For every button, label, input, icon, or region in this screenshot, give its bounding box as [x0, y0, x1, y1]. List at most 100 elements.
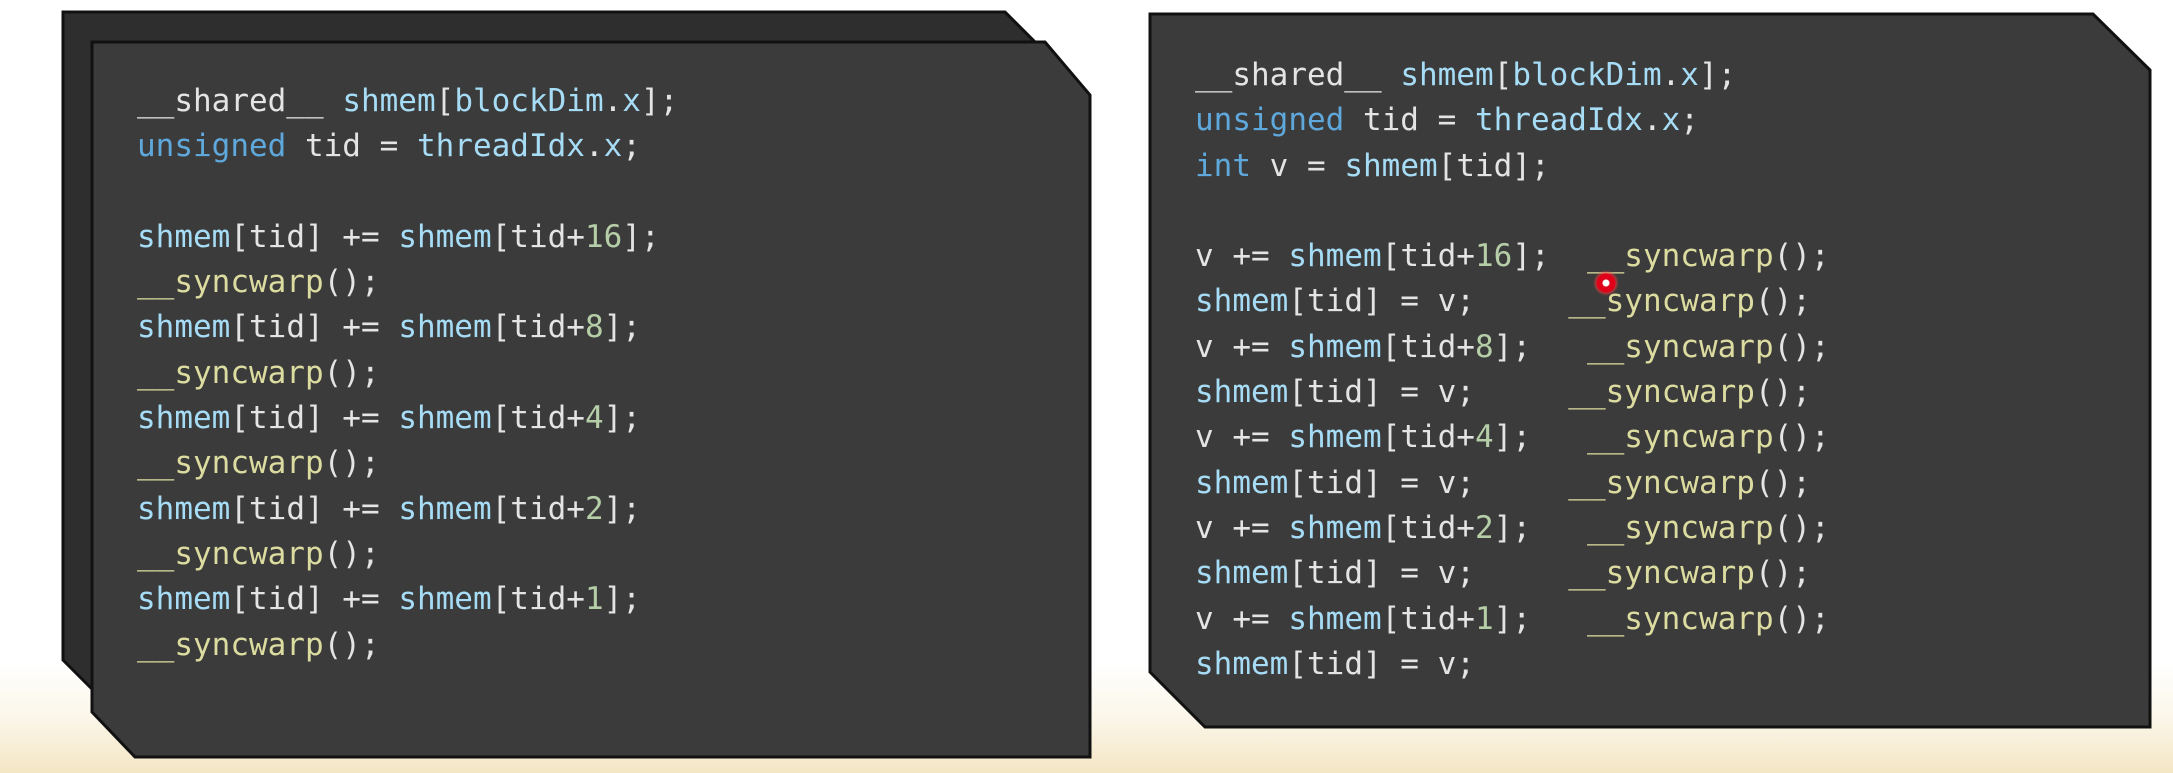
code-token: (); [1773, 238, 1830, 275]
code-token: shmem [398, 490, 492, 527]
code-token: shmem [398, 218, 492, 255]
code-token: shmem [342, 83, 436, 119]
code-token: [tid+ [1381, 328, 1475, 365]
code-token: ]; [603, 400, 641, 437]
code-token: [tid+ [1381, 238, 1475, 275]
code-line: v += shmem[tid+2]; __syncwarp(); [1195, 506, 1830, 551]
code-token: [tid+ [491, 581, 585, 618]
code-token: (); [323, 535, 380, 572]
code-token: . [603, 83, 623, 119]
code-token: (); [1754, 374, 1811, 411]
code-token: __syncwarp [137, 626, 324, 663]
code-line: shmem[tid] = v; [1195, 642, 1830, 687]
code-token: (); [1773, 419, 1830, 456]
code-token: [tid] = v; [1288, 374, 1569, 411]
code-token: x [1661, 102, 1681, 139]
code-token: __shared__ [137, 83, 343, 119]
code-token: __syncwarp [1586, 600, 1774, 637]
code-token: . [1642, 102, 1662, 139]
code-token: 1 [1474, 600, 1494, 637]
code-token: shmem [1288, 419, 1382, 456]
code-token: shmem [137, 581, 231, 618]
code-token: v = [1251, 147, 1345, 184]
code-token: (); [1754, 464, 1811, 501]
code-token: shmem [1288, 238, 1382, 275]
code-token: __syncwarp [1568, 464, 1755, 501]
code-token: [ [1493, 57, 1513, 93]
code-token: int [1195, 147, 1251, 184]
code-token: v += [1195, 238, 1289, 275]
code-line: __syncwarp(); [137, 351, 678, 396]
code-token: ]; [1698, 57, 1737, 93]
code-token: x [603, 128, 623, 165]
code-token: 8 [1474, 328, 1494, 365]
code-token: v += [1195, 328, 1289, 365]
code-token: ]; [1512, 238, 1587, 275]
code-token: [tid+ [491, 309, 585, 346]
code-line: __syncwarp(); [137, 260, 678, 305]
code-token: ]; [1493, 419, 1587, 456]
code-token: [tid] = v; [1288, 464, 1569, 501]
code-token: [tid+ [491, 400, 585, 437]
code-token: shmem [137, 400, 231, 437]
right-code-block: __shared__ shmem[blockDim.x]; unsigned ti… [1195, 53, 1830, 687]
code-line: shmem[tid] = v; __syncwarp(); [1195, 461, 1830, 506]
code-token: shmem [1344, 147, 1438, 184]
code-line: shmem[tid] = v; __syncwarp(); [1195, 551, 1830, 596]
code-token: (); [1773, 328, 1830, 365]
code-token: ]; [603, 309, 641, 346]
code-token: shmem [398, 581, 492, 618]
code-token: shmem [137, 490, 231, 527]
code-line: ​ [137, 170, 678, 215]
code-token: ]; [603, 490, 641, 527]
code-token: shmem [137, 218, 231, 255]
code-token: unsigned [1195, 102, 1345, 139]
code-token: __syncwarp [1586, 419, 1774, 456]
code-line: shmem[tid] += shmem[tid+1]; [137, 577, 678, 622]
code-token: 16 [584, 218, 623, 255]
code-line: v += shmem[tid+4]; __syncwarp(); [1195, 415, 1830, 460]
code-token: [tid+ [1381, 600, 1475, 637]
code-token: shmem [1195, 555, 1289, 592]
code-token: (); [1773, 509, 1830, 546]
code-token: tid = [286, 128, 417, 165]
code-token: [tid] += [230, 309, 399, 346]
code-token: 1 [584, 581, 604, 618]
code-token: [tid] = v; [1288, 645, 1475, 682]
code-token: shmem [1288, 328, 1382, 365]
code-token: shmem [1195, 374, 1289, 411]
code-line: shmem[tid] += shmem[tid+2]; [137, 487, 678, 532]
code-token: ; [1680, 102, 1699, 139]
code-token: ]; [603, 581, 641, 618]
code-token: ]; [622, 218, 660, 255]
code-token: v += [1195, 419, 1289, 456]
code-token: tid = [1344, 102, 1475, 139]
code-token: (); [323, 626, 380, 663]
code-token: . [584, 128, 604, 165]
code-token: __syncwarp [137, 535, 324, 572]
code-token: [tid] = v; [1288, 283, 1569, 320]
code-token: blockDim [1512, 57, 1662, 93]
code-token: __syncwarp [1586, 328, 1774, 365]
code-token: x [1680, 57, 1699, 93]
code-token: ]; [1493, 509, 1587, 546]
code-token: ]; [1493, 600, 1587, 637]
code-line: int v = shmem[tid]; [1195, 144, 1830, 189]
code-token: shmem [1400, 57, 1494, 93]
code-token: threadIdx [1474, 102, 1643, 139]
code-token: 4 [584, 400, 604, 437]
code-line: ​ [1195, 189, 1830, 234]
code-token: shmem [398, 309, 492, 346]
code-token: shmem [398, 400, 492, 437]
code-line: __syncwarp(); [137, 532, 678, 577]
code-token: __shared__ [1195, 57, 1401, 93]
code-token: (); [1773, 600, 1830, 637]
code-token: [tid+ [491, 218, 585, 255]
code-line: v += shmem[tid+16]; __syncwarp(); [1195, 234, 1830, 279]
code-token: __syncwarp [137, 354, 324, 391]
code-token: 8 [584, 309, 604, 346]
code-line: __shared__ shmem[blockDim.x]; [1195, 53, 1830, 98]
code-line: v += shmem[tid+8]; __syncwarp(); [1195, 325, 1830, 370]
code-token: shmem [1195, 645, 1289, 682]
code-line: unsigned tid = threadIdx.x; [137, 124, 678, 169]
